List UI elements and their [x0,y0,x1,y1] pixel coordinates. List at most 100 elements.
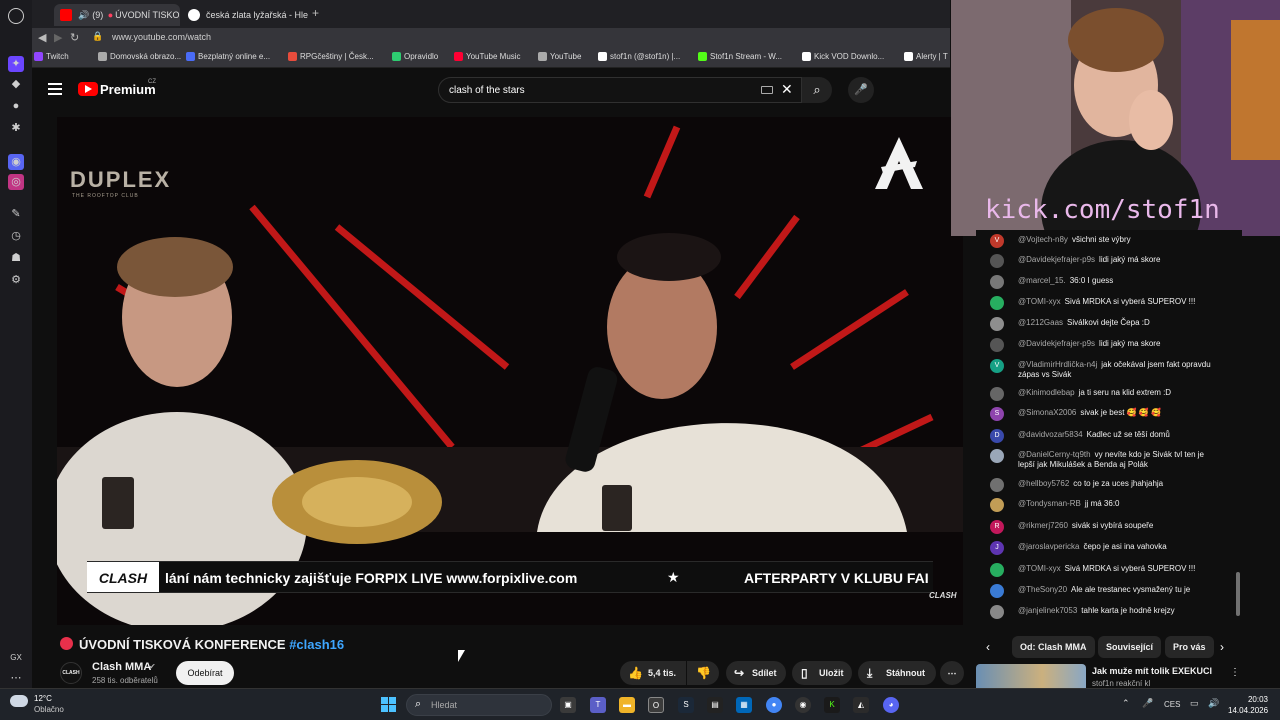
chat-author[interactable]: @davidvozar5834 [1018,430,1083,439]
chat-avatar[interactable]: R [990,520,1004,534]
reload-icon[interactable]: ↻ [70,31,79,44]
lock-icon[interactable]: 🔒 [92,31,103,42]
chip-from-channel[interactable]: Od: Clash MMA [1012,636,1095,658]
instagram-sidebar-icon[interactable]: ◎ [8,174,24,190]
bookmark-item[interactable]: Kick VOD Downlo... [802,52,884,61]
video-hashtag[interactable]: #clash16 [289,637,344,652]
bookmark-item[interactable]: RPGčeštiny | Česk... [288,52,374,61]
channel-avatar[interactable]: CLASH [60,662,82,684]
chat-avatar[interactable] [990,605,1004,619]
chat-author[interactable]: @janjelinek7053 [1018,606,1077,615]
store-icon[interactable]: ▦ [736,697,752,713]
tab-search[interactable]: česká zlata lyžařská - Hled [182,4,308,26]
search-input[interactable] [449,82,749,98]
weather-temp[interactable]: 12°C [34,694,52,703]
obs-icon[interactable]: ◉ [795,697,811,713]
search-button[interactable]: ⌕ [802,77,832,103]
recommended-thumbnail[interactable] [976,664,1086,688]
chat-author[interactable]: @TOMI-xyx [1018,564,1061,573]
opera-taskbar-icon[interactable]: O [648,697,664,713]
recommended-title[interactable]: Jak muže mít tolik EXEKUCI [1092,666,1212,676]
cloud-icon[interactable] [10,695,28,707]
bookmark-item[interactable]: Stof1n Stream - W... [698,52,782,61]
settings-icon[interactable]: ⚙ [8,272,24,288]
chat-avatar[interactable] [990,254,1004,268]
bookmark-item[interactable]: Twitch [34,52,69,61]
url-field[interactable]: www.youtube.com/watch [112,32,211,42]
download-button[interactable]: ⤓ Stáhnout [858,661,936,685]
chat-author[interactable]: @Davidekjefrajer-p9s [1018,339,1095,348]
chat-avatar[interactable]: S [990,407,1004,421]
save-button[interactable]: ▯ Uložit [792,661,852,685]
twitch-sidebar-icon[interactable]: ✦ [8,56,24,72]
chat-author[interactable]: @VladimirHrdlička-n4j [1018,360,1097,369]
file-explorer-icon[interactable]: ▬ [619,697,635,713]
sidebar-icon-5[interactable]: ☗ [8,250,24,266]
volume-icon[interactable]: 🔊 [1208,698,1219,709]
discord-icon[interactable]: ◕ [883,697,899,713]
chat-avatar[interactable] [990,478,1004,492]
chat-avatar[interactable]: J [990,541,1004,555]
voice-search-icon[interactable]: 🎤 [848,77,874,103]
share-button[interactable]: ↪ Sdílet [726,661,786,685]
app-icon-2[interactable]: ◭ [853,697,869,713]
discord-sidebar-icon[interactable]: ◉ [8,154,24,170]
chat-avatar[interactable] [990,275,1004,289]
mic-tray-icon[interactable]: 🎤 [1142,698,1153,709]
chips-prev-icon[interactable]: ‹ [986,640,990,654]
chat-avatar[interactable] [990,296,1004,310]
sidebar-icon-3[interactable]: ✱ [8,120,24,136]
chat-avatar[interactable] [990,584,1004,598]
chat-author[interactable]: @TheSony20 [1018,585,1067,594]
clear-search-icon[interactable]: ✕ [781,81,793,98]
chat-avatar[interactable] [990,387,1004,401]
chat-author[interactable]: @Vojtech-n8y [1018,235,1068,244]
bookmark-item[interactable]: Alerty | T [904,52,948,61]
chat-scrollbar[interactable] [1236,572,1240,616]
steam-icon[interactable]: S [678,697,694,713]
chips-next-icon[interactable]: › [1220,640,1224,654]
chat-author[interactable]: @marcel_15. [1018,276,1066,285]
sidebar-icon-1[interactable]: ◆ [8,76,24,92]
taskbar-search[interactable]: ⌕ Hledat [406,694,552,716]
network-icon[interactable]: ▭ [1190,698,1199,709]
clock[interactable]: 20:03 14.04.2026 [1228,694,1268,716]
chat-avatar[interactable] [990,449,1004,463]
chrome-icon[interactable]: ● [766,697,782,713]
channel-name[interactable]: Clash MMA [92,661,151,673]
chip-for-you[interactable]: Pro vás [1165,636,1214,658]
chat-avatar[interactable]: V [990,359,1004,373]
chat-author[interactable]: @Kinimodlebap [1018,388,1075,397]
chat-author[interactable]: @DanielCerny-tq9th [1018,450,1091,459]
sidebar-icon-4[interactable]: ✎ [8,206,24,222]
chat-author[interactable]: @rikmerj7260 [1018,521,1068,530]
tab-audio-icon[interactable]: 🔊 [78,10,89,20]
bookmark-item[interactable]: YouTube [538,52,581,61]
chip-related[interactable]: Související [1098,636,1162,658]
chat-author[interactable]: @jaroslavpericka [1018,542,1079,551]
chat-avatar[interactable] [990,338,1004,352]
subscribe-button[interactable]: Odebírat [176,661,234,685]
tray-chevron-icon[interactable]: ⌃ [1122,698,1130,709]
bookmark-item[interactable]: Opravidlo [392,52,438,61]
app-icon-1[interactable]: ▤ [707,697,723,713]
language-indicator[interactable]: CES [1164,700,1180,709]
chat-avatar[interactable] [990,498,1004,512]
chat-avatar[interactable] [990,563,1004,577]
like-button[interactable]: 👍 5,4 tis. [620,661,686,685]
bookmark-item[interactable]: Bezplatný online e... [186,52,270,61]
menu-icon[interactable] [48,83,62,95]
more-icon[interactable]: ⋯ [8,670,24,686]
gx-label[interactable]: GX [8,650,24,666]
chat-author[interactable]: @hellboy5762 [1018,479,1069,488]
teams-icon[interactable]: T [590,697,606,713]
video-player[interactable]: DUPLEX THE ROOFTOP CLUB CLASH lání nám t… [57,117,963,625]
forward-icon[interactable]: ▶ [54,31,62,44]
recommended-video[interactable]: Jak muže mít tolik EXEKUCI stof1n reakčn… [976,664,1242,688]
bookmark-item[interactable]: stof1n (@stof1n) |... [598,52,680,61]
more-actions-button[interactable]: ⋯ [940,661,964,685]
chat-author[interactable]: @Davidekjefrajer-p9s [1018,255,1095,264]
chat-avatar[interactable]: V [990,234,1004,248]
chat-author[interactable]: @SimonaX2006 [1018,408,1076,417]
bookmark-item[interactable]: YouTube Music [454,52,521,61]
